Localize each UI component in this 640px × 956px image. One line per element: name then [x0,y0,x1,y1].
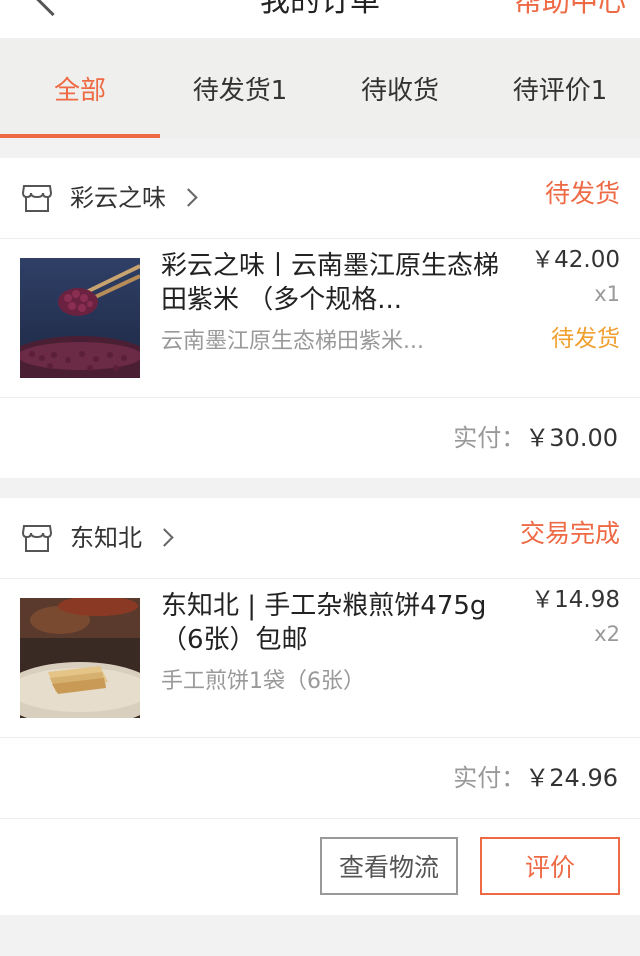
product-spec: 手工煎饼1袋（6张） [161,669,365,694]
product-title[interactable]: 东知北 | 手工杂粮煎饼475g （6张）包邮 [161,589,501,657]
total-amount: ￥24.96 [525,764,618,792]
order-card: 东知北 交易完成 东知北 | 手工杂粮煎饼475g （6张）包邮 手工煎饼1袋（… [0,498,640,915]
order-item-row[interactable]: 东知北 | 手工杂粮煎饼475g （6张）包邮 手工煎饼1袋（6张） ￥14.9… [0,579,640,738]
order-card-header: 东知北 交易完成 [0,498,640,579]
product-image[interactable] [20,598,140,718]
chevron-right-icon [155,528,174,547]
order-actions: 查看物流 评价 [0,818,640,915]
tab-to-receive[interactable]: 待收货 [320,38,480,138]
order-card: 彩云之味 待发货 彩云之味丨云南墨江原生态梯田紫米 （多个规格... 云南墨江原… [0,158,640,478]
product-quantity: x1 [594,282,620,306]
order-item-row[interactable]: 彩云之味丨云南墨江原生态梯田紫米 （多个规格... 云南墨江原生态梯田紫米...… [0,239,640,398]
total-label: 实付： [453,424,526,452]
order-status: 待发货 [544,179,620,208]
store-name-label: 东知北 [70,524,142,552]
order-card-header: 彩云之味 待发货 [0,158,640,239]
store-icon [21,525,53,552]
tab-to-ship[interactable]: 待发货1 [160,38,320,138]
total-amount: ￥30.00 [525,424,618,452]
tab-to-review[interactable]: 待评价1 [480,38,640,138]
view-logistics-button[interactable]: 查看物流 [320,837,458,895]
tab-all[interactable]: 全部 [0,38,160,138]
order-total-row: 实付：￥30.00 [0,398,640,478]
order-status: 交易完成 [519,519,620,548]
total-label: 实付： [453,764,526,792]
top-nav-bar: 我的订单 帮助中心 [0,0,640,38]
order-total-row: 实付：￥24.96 [0,738,640,818]
item-status-badge: 待发货 [551,326,620,352]
product-price: ￥42.00 [531,247,620,273]
order-tabs: 全部 待发货1 待收货 待评价1 [0,38,640,138]
store-name-link[interactable]: 彩云之味 [70,182,198,214]
product-spec: 云南墨江原生态梯田紫米... [161,329,424,354]
help-center-link[interactable]: 帮助中心 [514,0,626,20]
product-quantity: x2 [594,622,620,646]
order-total: 实付：￥30.00 [453,422,618,454]
review-button[interactable]: 评价 [480,837,620,895]
product-price: ￥14.98 [531,587,620,613]
product-title[interactable]: 彩云之味丨云南墨江原生态梯田紫米 （多个规格... [161,249,501,317]
product-image[interactable] [20,258,140,378]
store-name-label: 彩云之味 [70,184,166,212]
store-name-link[interactable]: 东知北 [70,522,174,554]
chevron-right-icon [179,188,198,207]
store-icon [21,185,53,212]
order-total: 实付：￥24.96 [453,762,618,794]
